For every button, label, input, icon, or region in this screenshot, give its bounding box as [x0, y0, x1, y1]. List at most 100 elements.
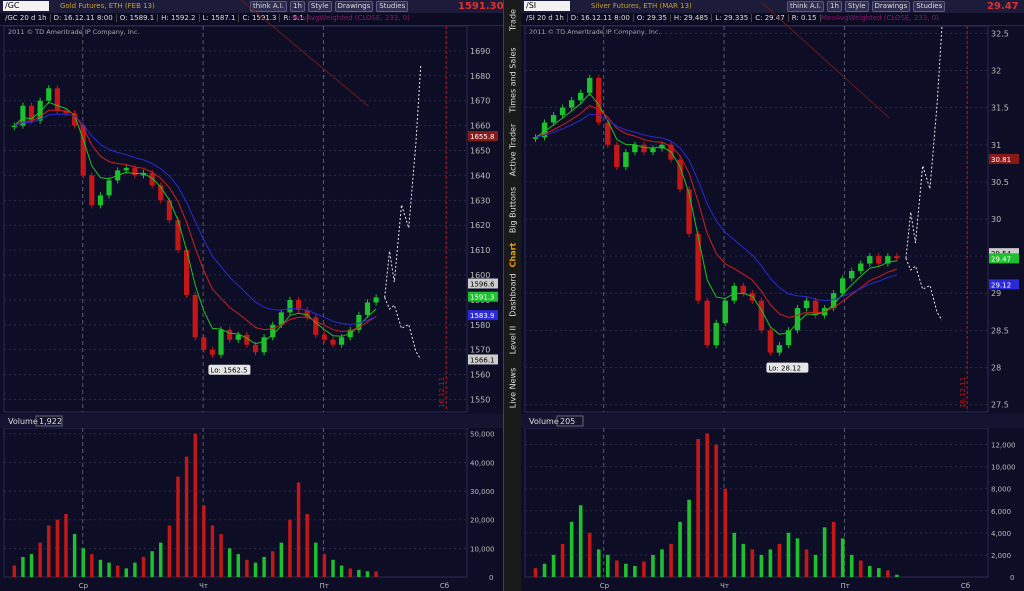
- low-label: Lo: 28.12: [768, 365, 801, 373]
- volume-bar: [596, 549, 601, 577]
- volume-bar: [98, 559, 103, 577]
- volume-bar: [723, 488, 728, 577]
- volume-bar: [840, 538, 845, 577]
- volume-bar: [227, 548, 232, 577]
- volume-bar: [858, 560, 863, 577]
- candle-body: [149, 172, 155, 186]
- candle-body: [373, 297, 379, 303]
- volume-bar: [210, 525, 215, 577]
- volume-bar: [38, 542, 42, 577]
- candle-body: [321, 334, 327, 340]
- silver-chart-panel: /SI Silver Futures, ETH (MAR 13) think A…: [521, 0, 1024, 591]
- volume-bar: [831, 521, 836, 577]
- volume-header-bar: [521, 414, 1024, 428]
- price-tag-label: 1596.6: [470, 280, 495, 288]
- volume-bar: [660, 549, 664, 577]
- candle-body: [568, 100, 575, 108]
- volume-header-bar: [0, 414, 503, 428]
- volume-bar: [107, 562, 111, 577]
- y-tick-label: 1570: [470, 346, 490, 355]
- price-tag-label: 1566.1: [470, 356, 495, 364]
- candle-body: [704, 300, 710, 346]
- gold-chart-panel: /GC Gold Futures, ETH (FEB 13) think A.I…: [0, 0, 504, 591]
- candle-body: [559, 107, 566, 116]
- candle-body: [894, 256, 900, 259]
- volume-bar: [331, 559, 335, 577]
- candle-body: [740, 285, 747, 294]
- volume-bar: [867, 565, 872, 577]
- x-tick-label: Ср: [600, 582, 610, 590]
- volume-bar: [750, 549, 755, 577]
- candle-body: [532, 137, 539, 139]
- price-tag-label: 1591.3: [470, 294, 495, 302]
- gold-chart-svg[interactable]: Volume 1,922 2011 © TD Ameritrade IP Compa…: [0, 0, 503, 591]
- tab-live-news[interactable]: Live News: [504, 360, 522, 415]
- price-tag-label: 1583.9: [470, 312, 495, 320]
- volume-bar: [236, 554, 240, 577]
- candle-body: [106, 180, 112, 196]
- tab-active-trader[interactable]: Active Trader: [504, 120, 522, 180]
- volume-bar: [678, 521, 682, 577]
- y-tick-label: 32.5: [991, 29, 1009, 38]
- price-tag-label: 30.81: [991, 156, 1011, 164]
- volume-bar: [159, 542, 163, 577]
- volume-bar: [90, 554, 94, 577]
- y-tick-label: 1640: [470, 171, 490, 180]
- x-tick-label: Чт: [720, 582, 729, 590]
- candle-body: [876, 256, 882, 264]
- date-marker-label: 16.12.11: [959, 377, 967, 408]
- volume-bar: [365, 571, 370, 577]
- volume-bar: [615, 560, 619, 577]
- volume-bar: [605, 554, 610, 577]
- date-marker-label: 16.12.11: [438, 377, 446, 408]
- volume-bar: [768, 549, 773, 577]
- volume-bar: [651, 554, 655, 577]
- candle-body: [11, 125, 17, 128]
- volume-bar: [47, 525, 51, 577]
- tab-chart[interactable]: Chart: [504, 240, 522, 270]
- volume-bar: [877, 568, 881, 577]
- y-tick-label: 1550: [470, 396, 490, 405]
- volume-bar: [314, 542, 318, 577]
- volume-tick-label: 2,000: [991, 552, 1011, 560]
- tab-big-buttons[interactable]: Big Buttons: [504, 180, 522, 240]
- volume-bar: [886, 570, 890, 577]
- candle-body: [849, 270, 855, 279]
- volume-bar: [714, 444, 719, 577]
- candle-body: [632, 144, 638, 153]
- volume-bar: [560, 543, 565, 577]
- candle-body: [550, 115, 557, 123]
- volume-bar: [124, 568, 129, 577]
- candle-body: [218, 329, 224, 355]
- candle-body: [614, 144, 620, 168]
- candle-body: [803, 300, 810, 309]
- price-pane: [3, 25, 468, 413]
- volume-bar: [732, 532, 737, 577]
- y-tick-label: 1670: [470, 97, 490, 106]
- y-tick-label: 1560: [470, 371, 490, 380]
- volume-bar: [245, 559, 249, 577]
- y-tick-label: 31: [991, 141, 1001, 150]
- candle-body: [587, 77, 593, 93]
- candle-body: [235, 334, 241, 340]
- y-tick-label: 28: [991, 363, 1001, 372]
- volume-bar: [167, 525, 172, 577]
- tab-times-and-sales[interactable]: Times and Sales: [504, 40, 522, 120]
- silver-chart-svg[interactable]: Volume 205 2011 © TD Ameritrade IP Company…: [521, 0, 1024, 591]
- volume-bar: [669, 543, 673, 577]
- volume-bar: [141, 556, 146, 577]
- candle-body: [623, 152, 629, 168]
- tab-trade[interactable]: Trade: [504, 0, 522, 40]
- volume-bar: [696, 439, 700, 577]
- volume-bar: [115, 565, 120, 577]
- copyright-text: 2011 © TD Ameritrade IP Company, Inc.: [8, 28, 140, 36]
- y-tick-label: 28.5: [991, 326, 1009, 335]
- candle-body: [758, 300, 765, 331]
- volume-bar: [21, 556, 25, 577]
- volume-bar: [271, 551, 275, 577]
- tab-dashboard[interactable]: Dashboard: [504, 270, 522, 320]
- tab-level-ii[interactable]: Level II: [504, 320, 522, 360]
- volume-bar: [150, 551, 154, 577]
- volume-bar: [804, 549, 809, 577]
- candle-body: [123, 167, 129, 171]
